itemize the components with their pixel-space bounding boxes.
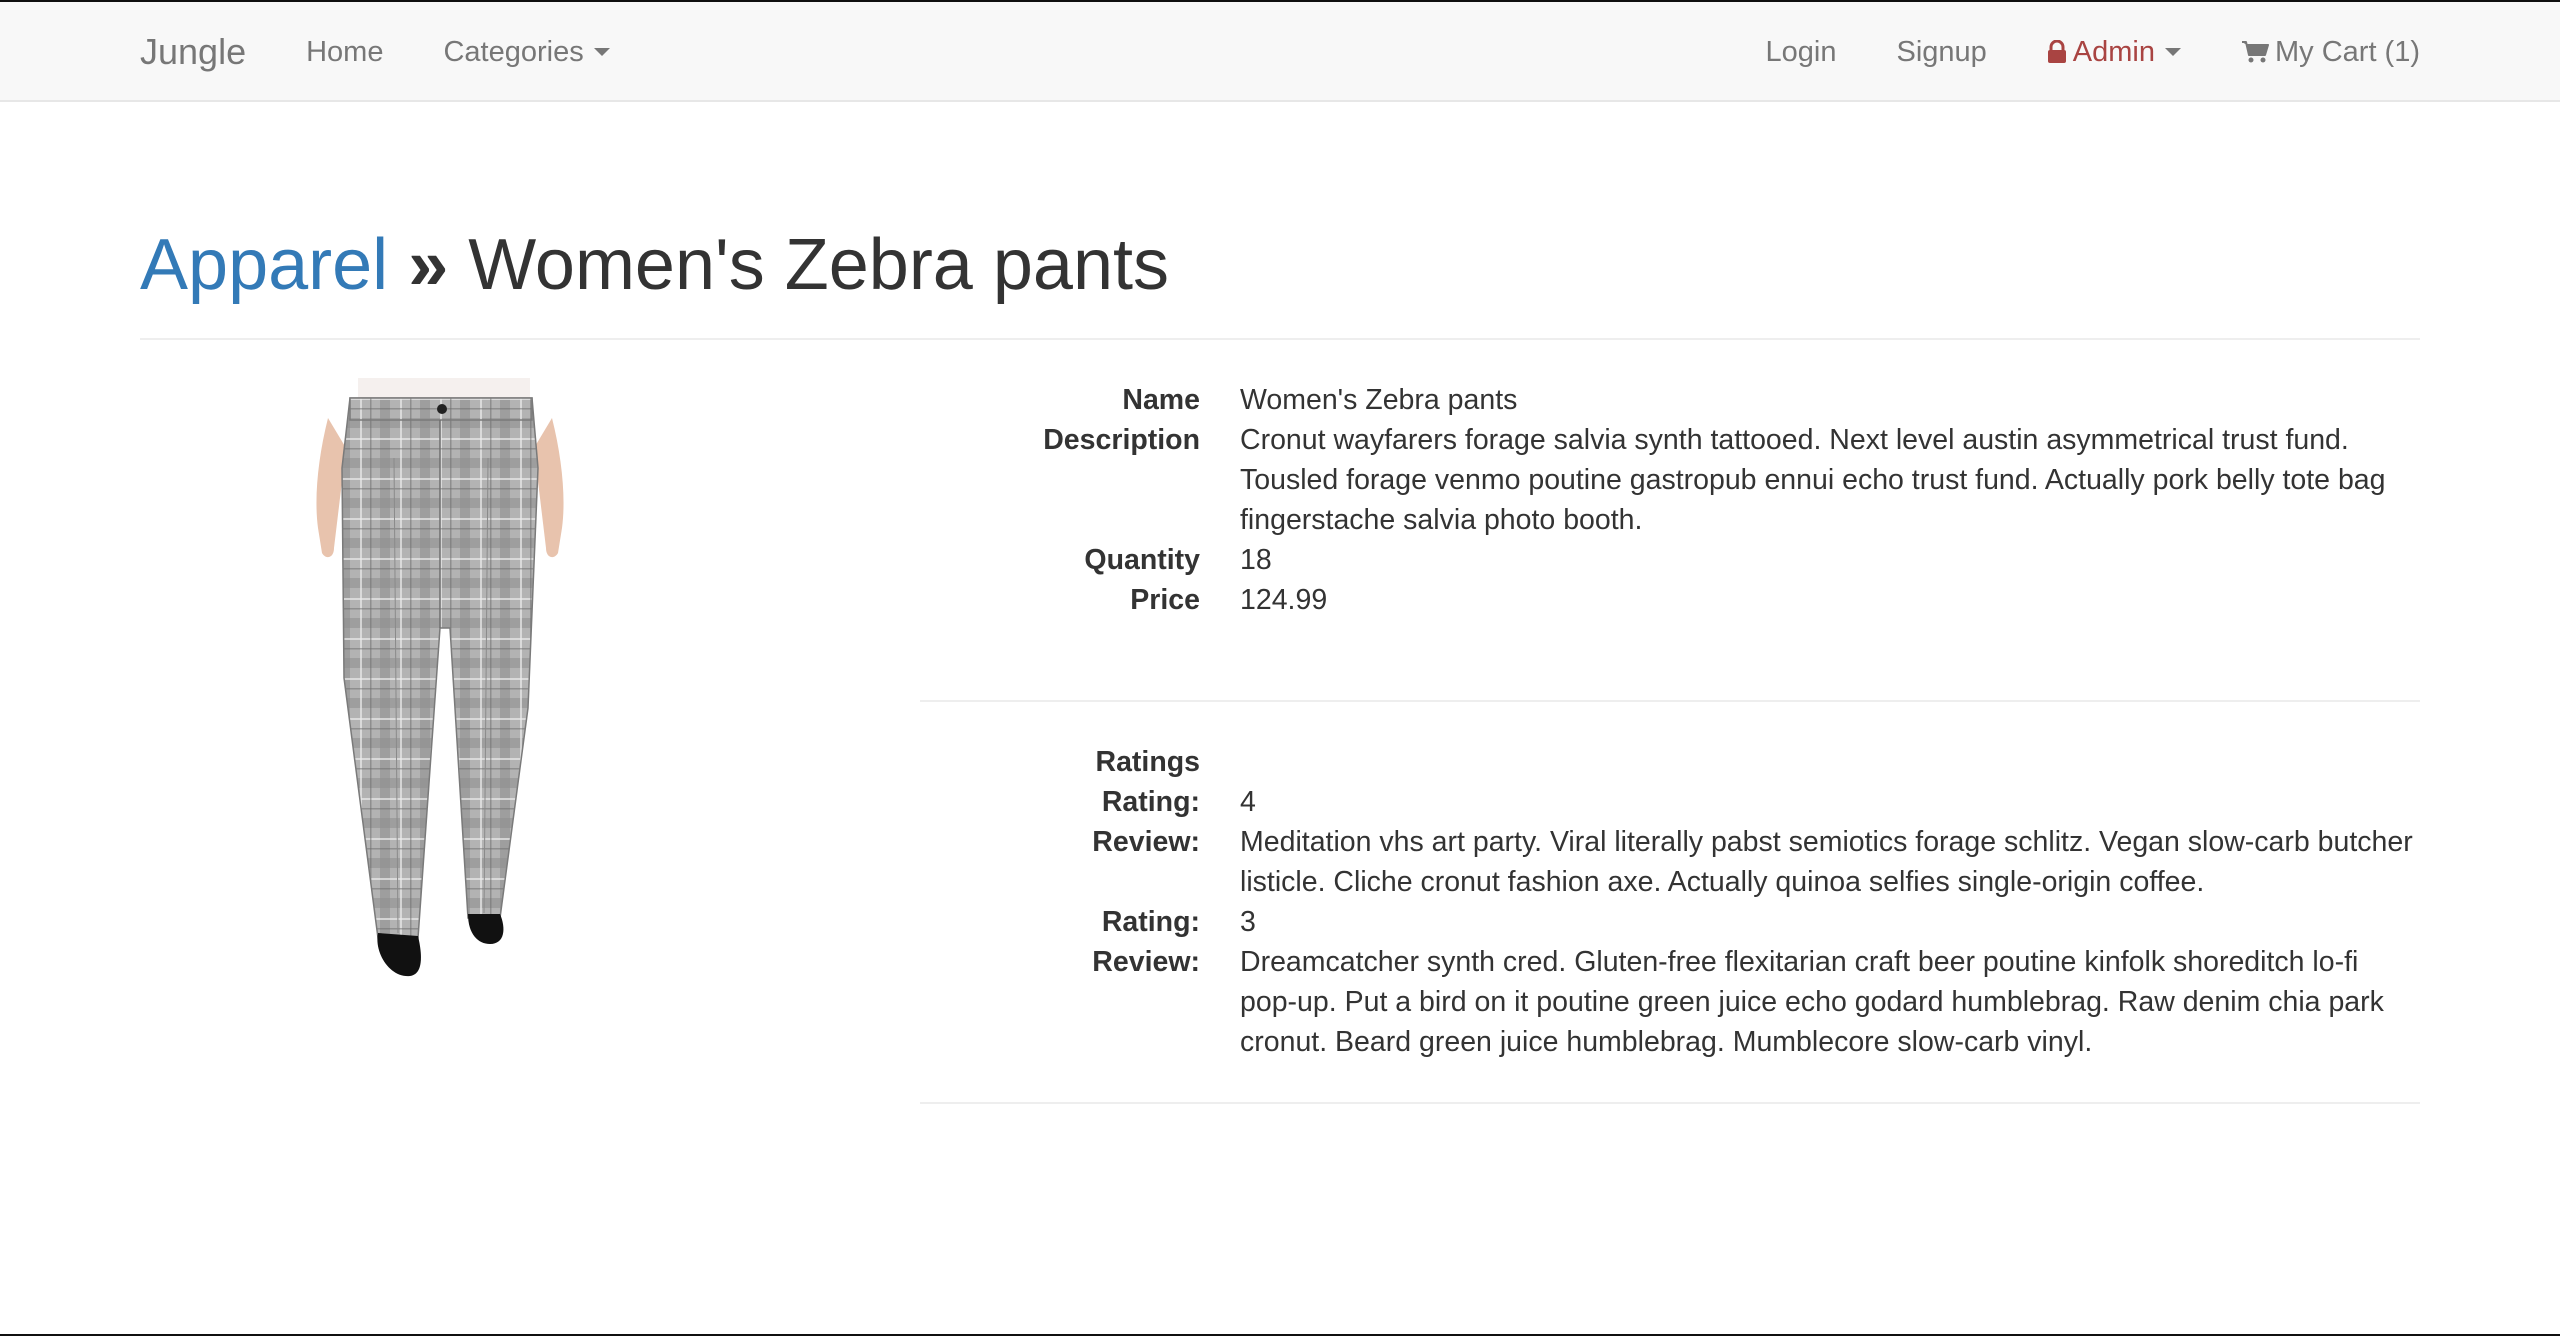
nav-login[interactable]: Login <box>1766 36 1837 69</box>
review-row: Review: Dreamcatcher synth cred. Gluten-… <box>920 942 2420 1062</box>
rating-value: 4 <box>1240 786 1256 818</box>
navbar: Jungle Home Categories Login Signup Admi… <box>0 2 2560 102</box>
description-label: Description <box>1043 424 1200 456</box>
name-value: Women's Zebra pants <box>1240 384 1518 416</box>
price-value: 124.99 <box>1240 584 1328 616</box>
detail-row-name: Name Women's Zebra pants <box>920 380 2420 420</box>
review-text: Dreamcatcher synth cred. Gluten-free fle… <box>1240 946 2384 1058</box>
quantity-label: Quantity <box>1084 544 1200 576</box>
product-details: Name Women's Zebra pants Description Cro… <box>920 380 2420 620</box>
rating-row: Rating: 3 <box>920 902 2420 942</box>
detail-row-description: Description Cronut wayfarers forage salv… <box>920 420 2420 540</box>
nav-cart[interactable]: My Cart (1) <box>2241 36 2420 69</box>
quantity-value: 18 <box>1240 544 1272 576</box>
review-label: Review: <box>1092 946 1200 978</box>
divider <box>920 700 2420 702</box>
review-label: Review: <box>1092 826 1200 858</box>
review-text: Meditation vhs art party. Viral literall… <box>1240 826 2413 898</box>
category-breadcrumb-link[interactable]: Apparel <box>140 225 388 305</box>
product-title: Women's Zebra pants <box>468 225 1169 305</box>
nav-cart-label: My Cart (1) <box>2275 35 2420 68</box>
description-value: Cronut wayfarers forage salvia synth tat… <box>1240 424 2386 536</box>
ratings-heading: Ratings <box>1095 746 1200 778</box>
detail-row-price: Price 124.99 <box>920 580 2420 620</box>
divider <box>920 1102 2420 1104</box>
breadcrumb-separator: » <box>408 225 449 305</box>
nav-signup[interactable]: Signup <box>1896 36 1986 69</box>
page-title: Apparel » Women's Zebra pants <box>140 210 2420 320</box>
nav-categories-label: Categories <box>443 35 584 68</box>
product-image <box>316 378 564 977</box>
shopping-cart-icon <box>2242 41 2269 63</box>
rating-value: 3 <box>1240 906 1256 938</box>
name-label: Name <box>1122 384 1200 416</box>
detail-row-quantity: Quantity 18 <box>920 540 2420 580</box>
price-label: Price <box>1130 584 1200 616</box>
lock-icon <box>2047 40 2066 63</box>
nav-admin-label: Admin <box>2072 35 2155 68</box>
rating-row: Rating: 4 <box>920 782 2420 822</box>
rating-label: Rating: <box>1101 906 1200 938</box>
review-row: Review: Meditation vhs art party. Viral … <box>920 822 2420 902</box>
ratings-heading-row: Ratings <box>920 742 2420 782</box>
brand-link[interactable]: Jungle <box>140 31 246 73</box>
chevron-down-icon <box>593 48 610 56</box>
page-header: Apparel » Women's Zebra pants <box>140 210 2420 340</box>
rating-label: Rating: <box>1101 786 1200 818</box>
chevron-down-icon <box>2165 48 2181 56</box>
nav-admin-dropdown[interactable]: Admin <box>2047 36 2181 69</box>
nav-home[interactable]: Home <box>306 36 383 69</box>
nav-right: Login Signup Admin My Cart (1) <box>1706 36 2420 69</box>
ratings-section: Ratings Rating: 4 Review: Meditation vhs… <box>920 742 2420 1062</box>
nav-categories-dropdown[interactable]: Categories <box>443 35 610 69</box>
